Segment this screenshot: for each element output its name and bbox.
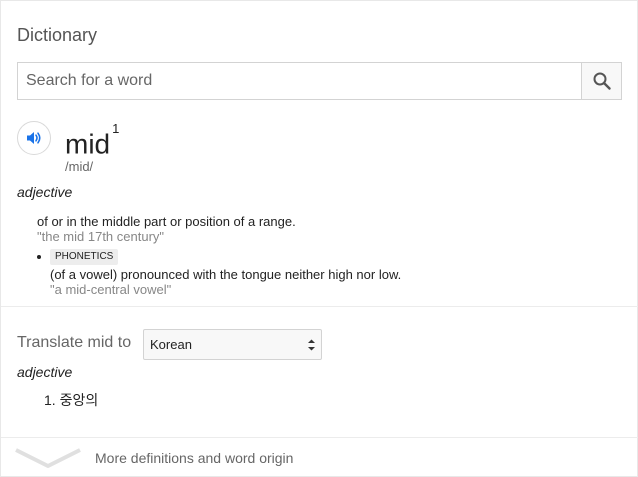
definition-1: of or in the middle part or position of … xyxy=(37,214,296,229)
chevron-down-icon xyxy=(15,448,81,468)
translation-part-of-speech: adjective xyxy=(17,364,73,380)
headword-superscript: 1 xyxy=(112,121,120,136)
language-select-value: Korean xyxy=(150,337,192,352)
search-box xyxy=(17,62,622,100)
language-select[interactable]: Korean xyxy=(143,329,322,360)
part-of-speech: adjective xyxy=(17,184,73,200)
example-1: "the mid 17th century" xyxy=(37,229,165,244)
definition-2: (of a vowel) pronounced with the tongue … xyxy=(50,267,402,282)
section-divider xyxy=(1,306,638,307)
dictionary-panel: Dictionary mid1 /mid/ adjective of or in… xyxy=(0,0,638,477)
more-definitions-link[interactable]: More definitions and word origin xyxy=(1,438,638,477)
pronounce-audio-button[interactable] xyxy=(17,121,51,155)
panel-title: Dictionary xyxy=(17,25,98,45)
example-2: "a mid-central vowel" xyxy=(50,282,172,297)
speaker-icon xyxy=(27,132,41,144)
search-input[interactable] xyxy=(18,63,581,99)
phonetic-spelling: /mid/ xyxy=(65,159,94,174)
headword-text: mid xyxy=(65,128,111,160)
more-definitions-label: More definitions and word origin xyxy=(95,450,294,466)
headword: mid 1 xyxy=(65,121,119,162)
translation-item: 1. 중앙의 xyxy=(44,392,99,408)
list-bullet xyxy=(37,255,41,259)
search-icon xyxy=(593,72,611,90)
select-arrows-icon xyxy=(308,339,315,351)
translate-label: Translate mid to xyxy=(17,334,132,351)
search-button[interactable] xyxy=(581,63,621,99)
subject-tag: PHONETICS xyxy=(50,249,119,265)
